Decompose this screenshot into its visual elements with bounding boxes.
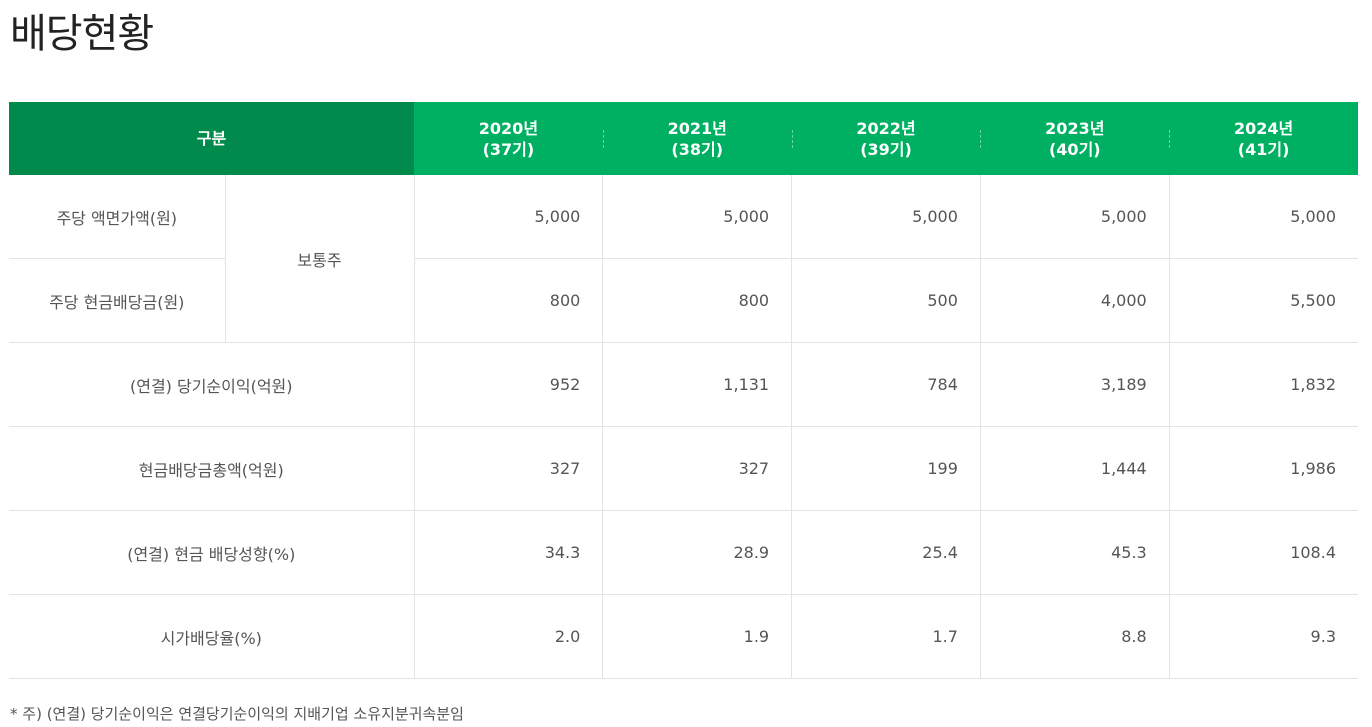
table-cell: 5,000	[791, 175, 981, 259]
table-cell: 800	[413, 258, 603, 343]
table-cell: 2.0	[413, 594, 603, 679]
table-cell: 3,189	[979, 342, 1170, 427]
header-category: 구분	[9, 102, 415, 175]
header-period-label: (41기)	[1237, 139, 1290, 159]
table-cell: 952	[413, 342, 603, 427]
header-year-label: 2020년	[478, 118, 539, 138]
table-cell: 500	[791, 258, 981, 343]
table-cell: 800	[602, 258, 792, 343]
table-cell: 1,832	[1168, 342, 1358, 427]
table-row-dividend-yield: 시가배당율(%) 2.0 1.9 1.7 8.8 9.3	[9, 594, 1358, 679]
share-type-label: 보통주	[225, 175, 415, 343]
table-cell: 5,500	[1168, 258, 1358, 343]
header-year-label: 2024년	[1233, 118, 1294, 138]
table-cell: 5,000	[979, 175, 1170, 259]
table-cell: 1.9	[602, 594, 792, 679]
footnote: * 주) (연결) 당기순이익은 연결당기순이익의 지배기업 소유지분귀속분임	[10, 705, 464, 723]
table-cell: 9.3	[1168, 594, 1358, 679]
row-label: 주당 현금배당금(원)	[9, 258, 226, 343]
table-cell: 1,986	[1168, 426, 1358, 511]
row-label: 주당 액면가액(원)	[9, 175, 226, 259]
table-row-par-value: 주당 액면가액(원) 보통주 5,000 5,000 5,000 5,000 5…	[9, 175, 1358, 343]
table-cell: 108.4	[1168, 510, 1358, 595]
header-period-label: (38기)	[671, 139, 724, 159]
header-period-label: (40기)	[1048, 139, 1101, 159]
row-label: 시가배당율(%)	[9, 594, 415, 679]
table-cell: 8.8	[979, 594, 1170, 679]
header-year-2023: 2023년 (40기)	[980, 102, 1170, 175]
table-row-payout-ratio: (연결) 현금 배당성향(%) 34.3 28.9 25.4 45.3 108.…	[9, 510, 1358, 595]
dividend-table: 구분 2020년 (37기) 2021년 (38기) 2022년 (39기) 2…	[9, 102, 1358, 679]
table-cell: 5,000	[1168, 175, 1358, 259]
header-year-2020: 2020년 (37기)	[414, 102, 603, 175]
table-cell: 1,444	[979, 426, 1170, 511]
header-year-label: 2023년	[1045, 118, 1105, 138]
header-year-label: 2021년	[667, 118, 727, 138]
table-row-dividend-per-share: 주당 현금배당금(원) 800 800 500 4,000 5,500	[9, 258, 1358, 343]
table-cell: 34.3	[413, 510, 603, 595]
table-cell: 784	[791, 342, 981, 427]
row-label: (연결) 현금 배당성향(%)	[9, 510, 415, 595]
table-cell: 327	[602, 426, 792, 511]
page-title: 배당현황	[10, 11, 154, 57]
table-cell: 199	[791, 426, 981, 511]
table-cell: 28.9	[602, 510, 792, 595]
table-cell: 5,000	[602, 175, 792, 259]
table-header-row: 구분 2020년 (37기) 2021년 (38기) 2022년 (39기) 2…	[9, 102, 1358, 175]
header-period-label: (37기)	[482, 139, 535, 159]
table-cell: 327	[413, 426, 603, 511]
table-cell: 4,000	[979, 258, 1170, 343]
table-cell: 1.7	[791, 594, 981, 679]
header-year-2024: 2024년 (41기)	[1169, 102, 1358, 175]
dividend-table-container: 구분 2020년 (37기) 2021년 (38기) 2022년 (39기) 2…	[9, 102, 1358, 679]
header-year-2022: 2022년 (39기)	[791, 102, 981, 175]
table-row-net-income: (연결) 당기순이익(억원) 952 1,131 784 3,189 1,832	[9, 342, 1358, 427]
table-cell: 45.3	[979, 510, 1170, 595]
row-label: 현금배당금총액(억원)	[9, 426, 415, 511]
header-period-label: (39기)	[860, 139, 912, 159]
table-cell: 1,131	[602, 342, 792, 427]
table-cell: 25.4	[791, 510, 981, 595]
header-year-label: 2022년	[856, 118, 916, 138]
table-cell: 5,000	[413, 175, 603, 259]
header-year-2021: 2021년 (38기)	[602, 102, 792, 175]
table-row-total-dividend: 현금배당금총액(억원) 327 327 199 1,444 1,986	[9, 426, 1358, 511]
row-label: (연결) 당기순이익(억원)	[9, 342, 415, 427]
